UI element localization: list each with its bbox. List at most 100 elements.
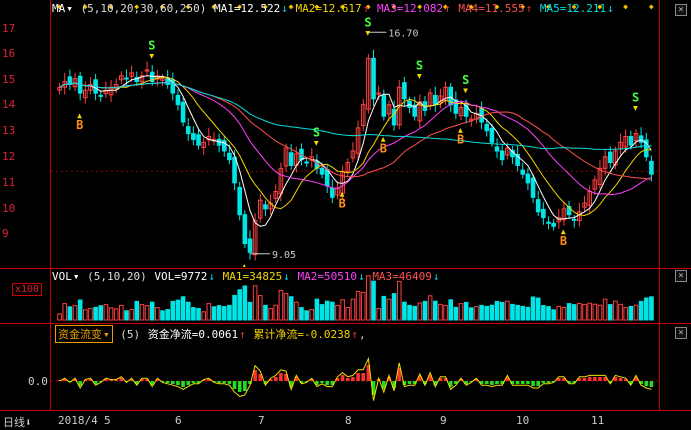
ma-line [59,82,652,196]
y-tick: 15 [2,73,16,86]
flow-bar [345,378,350,381]
pane-close-icon[interactable]: × [675,270,687,282]
period-selector[interactable]: 日线⬇ [3,414,32,430]
volume-bar [324,300,330,321]
net-flow-value: 资金净流=0.0061 [147,328,239,341]
volume-bar [587,302,592,321]
candle-body [432,94,438,106]
flow-bar [325,381,329,385]
indicator-value: MA4=11.555 [458,2,525,15]
flow-bar [356,373,360,381]
ma-line [59,75,652,227]
volume-unit-badge: x100 [12,283,43,296]
flow-indicator-select[interactable]: 资金流变▾ [55,325,113,343]
dropdown-icon[interactable]: ▾ [73,270,80,283]
volume-bar [119,304,124,321]
volume-bar [484,305,490,321]
up-arrow-icon: ▲ [77,111,82,120]
candle-body [494,146,500,152]
flow-bar [618,378,623,381]
right-toolbar: × [659,323,691,410]
down-arrow-icon: ↓ [208,270,222,283]
volume-bar [155,307,160,321]
volume-bar [607,304,613,321]
volume-bar [546,306,551,321]
volume-bar [566,303,572,321]
volume-bar [551,309,556,321]
sell-signal-mark: S [364,15,371,29]
candle-body [381,94,387,117]
up-arrow-icon: ▲ [242,262,247,267]
volume-bar [88,308,93,321]
volume-bar [510,303,515,321]
y-tick: 14 [2,98,16,111]
indicator-value: MA5=12.211 [539,2,607,15]
volume-bar [227,304,232,321]
up-arrow-icon: ↑ [362,2,376,15]
volume-bar [175,299,181,321]
flow-bar [582,378,587,381]
x-label: 11 [591,414,605,427]
candle-body [330,187,335,198]
volume-bar [417,302,423,321]
volume-bar [448,299,454,321]
down-arrow-icon: ↓ [432,270,440,283]
volume-bar [649,296,654,321]
flow-bar [546,381,551,383]
flow-bar [593,377,597,381]
right-toolbar: × [659,0,691,268]
flow-bar [644,381,649,386]
flow-bar [484,381,489,384]
ma-indicator-name[interactable]: MA [52,2,65,15]
volume-bar [463,301,469,321]
vol-indicator-name[interactable]: VOL [52,270,72,283]
pane-close-icon[interactable]: × [675,4,687,16]
candle-body [237,186,243,216]
dropdown-icon[interactable]: ▾ [66,2,73,15]
volume-bar [62,303,68,321]
down-arrow-icon: ⬇ [25,416,32,429]
volume-bar [541,305,546,321]
fund-flow-pane[interactable]: 0.0 资金流变▾ (5) 资金净流=0.0061↑ 累计净流=-0.0238↑… [0,323,691,411]
flow-bar [227,381,232,384]
volume-bar [237,289,243,321]
candle-body [499,150,505,161]
volume-bar [221,306,227,321]
flow-bar [243,381,247,391]
price-chart-pane[interactable]: 17 16 15 14 13 12 11 10 9 ◆ ◆ ◆ ◆ ◆ ◆ ◆ ◆ ◆ ◆ ◆ ◆ ◆ ◆… [0,0,691,269]
flow-bar [109,380,113,381]
volume-bar [247,301,253,321]
candle-body [185,126,191,135]
candle-body [98,94,104,97]
volume-bar [113,308,119,321]
down-arrow-icon: ▼ [463,86,468,95]
y-tick: 10 [2,202,16,215]
volume-bar [613,300,618,321]
sell-signal-mark: S [416,59,423,73]
indicator-value: MA3=12.082 [376,2,444,15]
candlestick-plot[interactable]: ◆◆◆◆◆◆◆◆◆◆◆◆◆◆◆◆◆◆◆◆◆◆◆◆16.709.05B▲B▲B▲B… [51,0,660,267]
sell-signal-mark: S [462,73,469,87]
volume-pane[interactable]: x100 VOL▾ (5,10,20) VOL=9772↓ MA1=34825↓… [0,268,691,324]
volume-bar [309,309,315,321]
volume-bar [561,306,567,321]
volume-bar [350,298,356,321]
volume-bar [139,304,145,321]
pane-close-icon[interactable]: × [675,327,687,339]
flow-bar [351,377,355,381]
candle-body [530,177,536,198]
volume-bar [381,295,387,321]
volume-bar [160,310,165,321]
buy-signal-mark: B [560,234,567,248]
volume-bar [633,304,639,321]
volume-bar [319,304,325,321]
right-toolbar: × [659,268,691,323]
volume-bar [314,298,320,321]
up-arrow-icon: ↑ [444,2,458,15]
price-y-axis: 17 16 15 14 13 12 11 10 9 [0,0,51,268]
volume-bar [93,306,98,321]
x-label: 10 [516,414,530,427]
volume-bar [355,290,361,321]
volume-bar [468,307,474,321]
volume-bar [376,308,381,321]
